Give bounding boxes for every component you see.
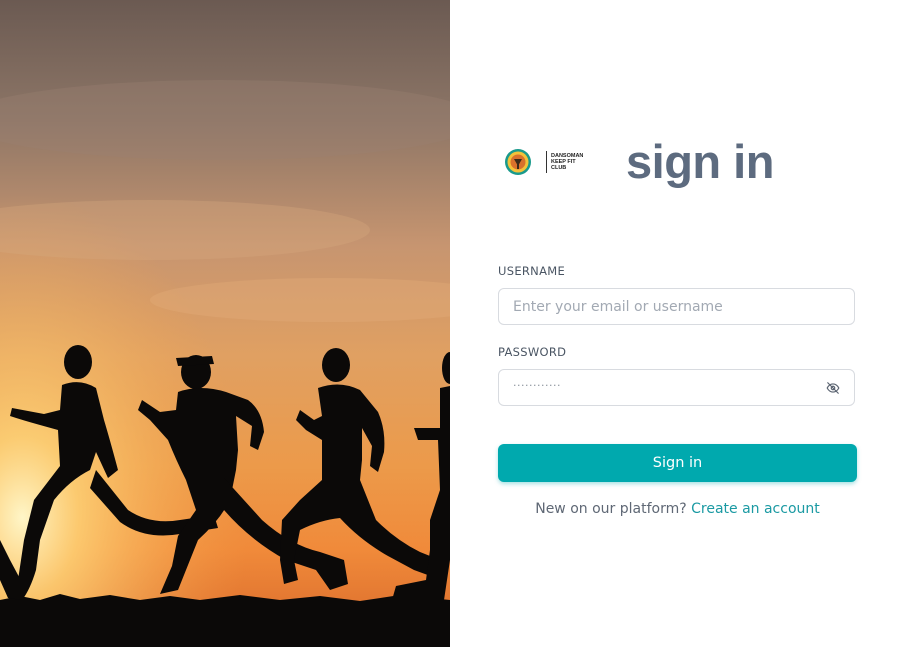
brand-name: DANSOMAN KEEP FIT CLUB [551,153,584,171]
signup-prompt-text: New on our platform? [535,501,687,517]
create-account-link[interactable]: Create an account [691,501,820,517]
create-account-prompt: New on our platform? Create an account [498,501,857,517]
password-input[interactable]: ············ [513,379,561,392]
username-label: USERNAME [498,264,566,278]
runners-hero-image [0,0,450,647]
sign-in-button[interactable]: Sign in [498,444,857,482]
username-input[interactable] [499,289,799,324]
password-label: PASSWORD [498,345,567,359]
password-field[interactable]: ············ [498,369,855,406]
username-field[interactable] [498,288,855,325]
brand-logo: DANSOMAN KEEP FIT CLUB [504,148,591,176]
sign-in-panel: DANSOMAN KEEP FIT CLUB sign in USERNAME … [450,0,905,647]
brand-divider [546,151,547,173]
page-title: sign in [626,135,774,188]
sign-in-page: DANSOMAN KEEP FIT CLUB sign in USERNAME … [0,0,905,647]
club-logo-icon [505,149,531,175]
eye-off-icon[interactable] [826,381,840,395]
